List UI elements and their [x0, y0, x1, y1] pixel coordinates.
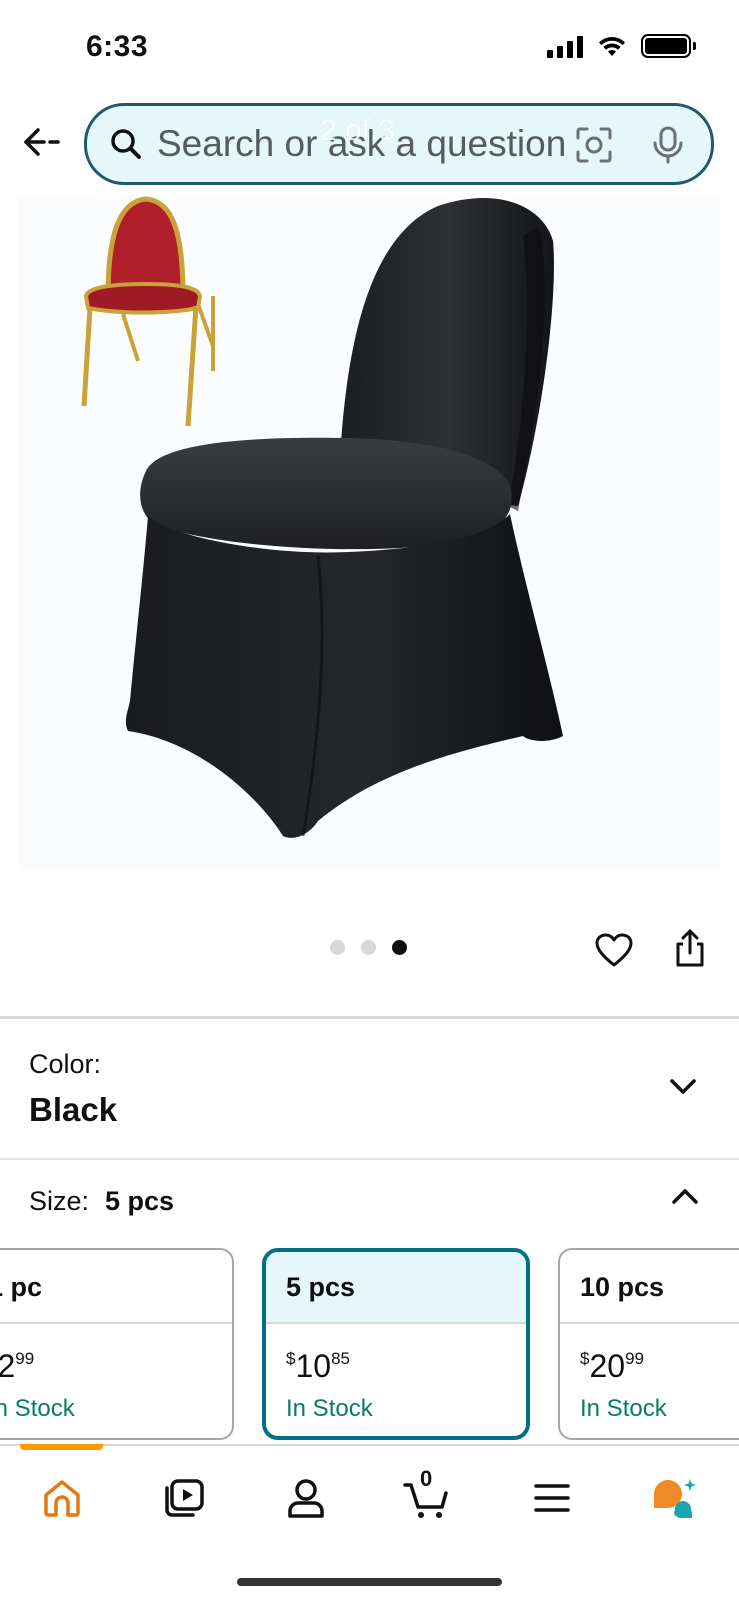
search-header: 2 of 3	[0, 100, 739, 190]
share-button[interactable]	[668, 926, 712, 970]
nav-cart-button[interactable]: 0	[402, 1466, 454, 1524]
red-chair-inset	[81, 196, 215, 427]
nav-home-button[interactable]	[36, 1472, 88, 1524]
battery-icon	[641, 34, 696, 58]
nav-rufus-button[interactable]	[648, 1472, 700, 1524]
size-label: Size:	[29, 1186, 90, 1216]
cart-count-badge: 0	[420, 1466, 433, 1491]
chevron-down-icon[interactable]	[667, 1071, 699, 1103]
nav-menu-button[interactable]	[526, 1472, 578, 1524]
size-value: 5 pcs	[105, 1186, 175, 1216]
video-icon	[165, 1479, 204, 1517]
rufus-assistant-icon	[654, 1479, 696, 1519]
search-icon	[107, 125, 145, 163]
search-bar[interactable]	[84, 103, 714, 185]
chevron-up-icon[interactable]	[669, 1180, 701, 1212]
size-options-carousel[interactable]: 1 pc $299 In Stock 5 pcs $1085 In Stock …	[0, 1248, 739, 1442]
color-selector[interactable]: Color: Black	[0, 1019, 739, 1157]
size-option-card[interactable]: 10 pcs $2099 In Stock	[558, 1248, 739, 1440]
size-option-price: $2099	[580, 1348, 644, 1384]
active-tab-indicator	[20, 1444, 103, 1450]
size-option-label: 10 pcs	[560, 1250, 739, 1324]
stock-status: In Stock	[0, 1395, 75, 1422]
chair-cover-illustration	[81, 196, 564, 838]
color-value: Black	[29, 1091, 118, 1128]
size-option-label: 1 pc	[0, 1250, 232, 1324]
size-option-card[interactable]: 1 pc $299 In Stock	[0, 1248, 234, 1440]
bottom-navigation: 0	[0, 1444, 739, 1600]
status-bar: 6:33	[0, 0, 739, 96]
product-image[interactable]	[18, 196, 720, 870]
size-option-label: 5 pcs	[266, 1252, 526, 1324]
camera-lens-icon[interactable]	[573, 124, 615, 166]
nav-account-button[interactable]	[280, 1472, 332, 1524]
carousel-dot[interactable]	[361, 940, 376, 955]
home-indicator	[237, 1578, 502, 1586]
carousel-dot[interactable]	[330, 940, 345, 955]
wishlist-button[interactable]	[592, 928, 636, 972]
image-carousel-dots[interactable]	[330, 940, 407, 955]
back-button[interactable]	[20, 120, 64, 164]
color-label: Color:	[29, 1049, 102, 1079]
nav-video-button[interactable]	[158, 1472, 210, 1524]
home-icon	[44, 1480, 80, 1517]
account-icon	[288, 1479, 324, 1518]
share-icon	[676, 929, 704, 967]
menu-icon	[534, 1484, 570, 1512]
microphone-icon[interactable]	[647, 124, 689, 166]
carousel-dot-active[interactable]	[392, 940, 407, 955]
wifi-icon	[599, 36, 625, 56]
status-icons	[547, 34, 696, 58]
back-arrow-icon	[24, 128, 60, 156]
status-time: 6:33	[86, 30, 149, 63]
stock-status: In Stock	[580, 1395, 667, 1422]
size-option-card-selected[interactable]: 5 pcs $1085 In Stock	[262, 1248, 530, 1440]
cellular-signal-icon	[547, 34, 583, 58]
stock-status: In Stock	[286, 1395, 373, 1422]
size-option-price: $299	[0, 1348, 35, 1384]
image-counter: 2 of 3	[320, 114, 396, 147]
size-selector[interactable]: Size: 5 pcs	[0, 1160, 739, 1230]
heart-icon	[595, 933, 633, 967]
size-option-price: $1085	[286, 1348, 350, 1384]
